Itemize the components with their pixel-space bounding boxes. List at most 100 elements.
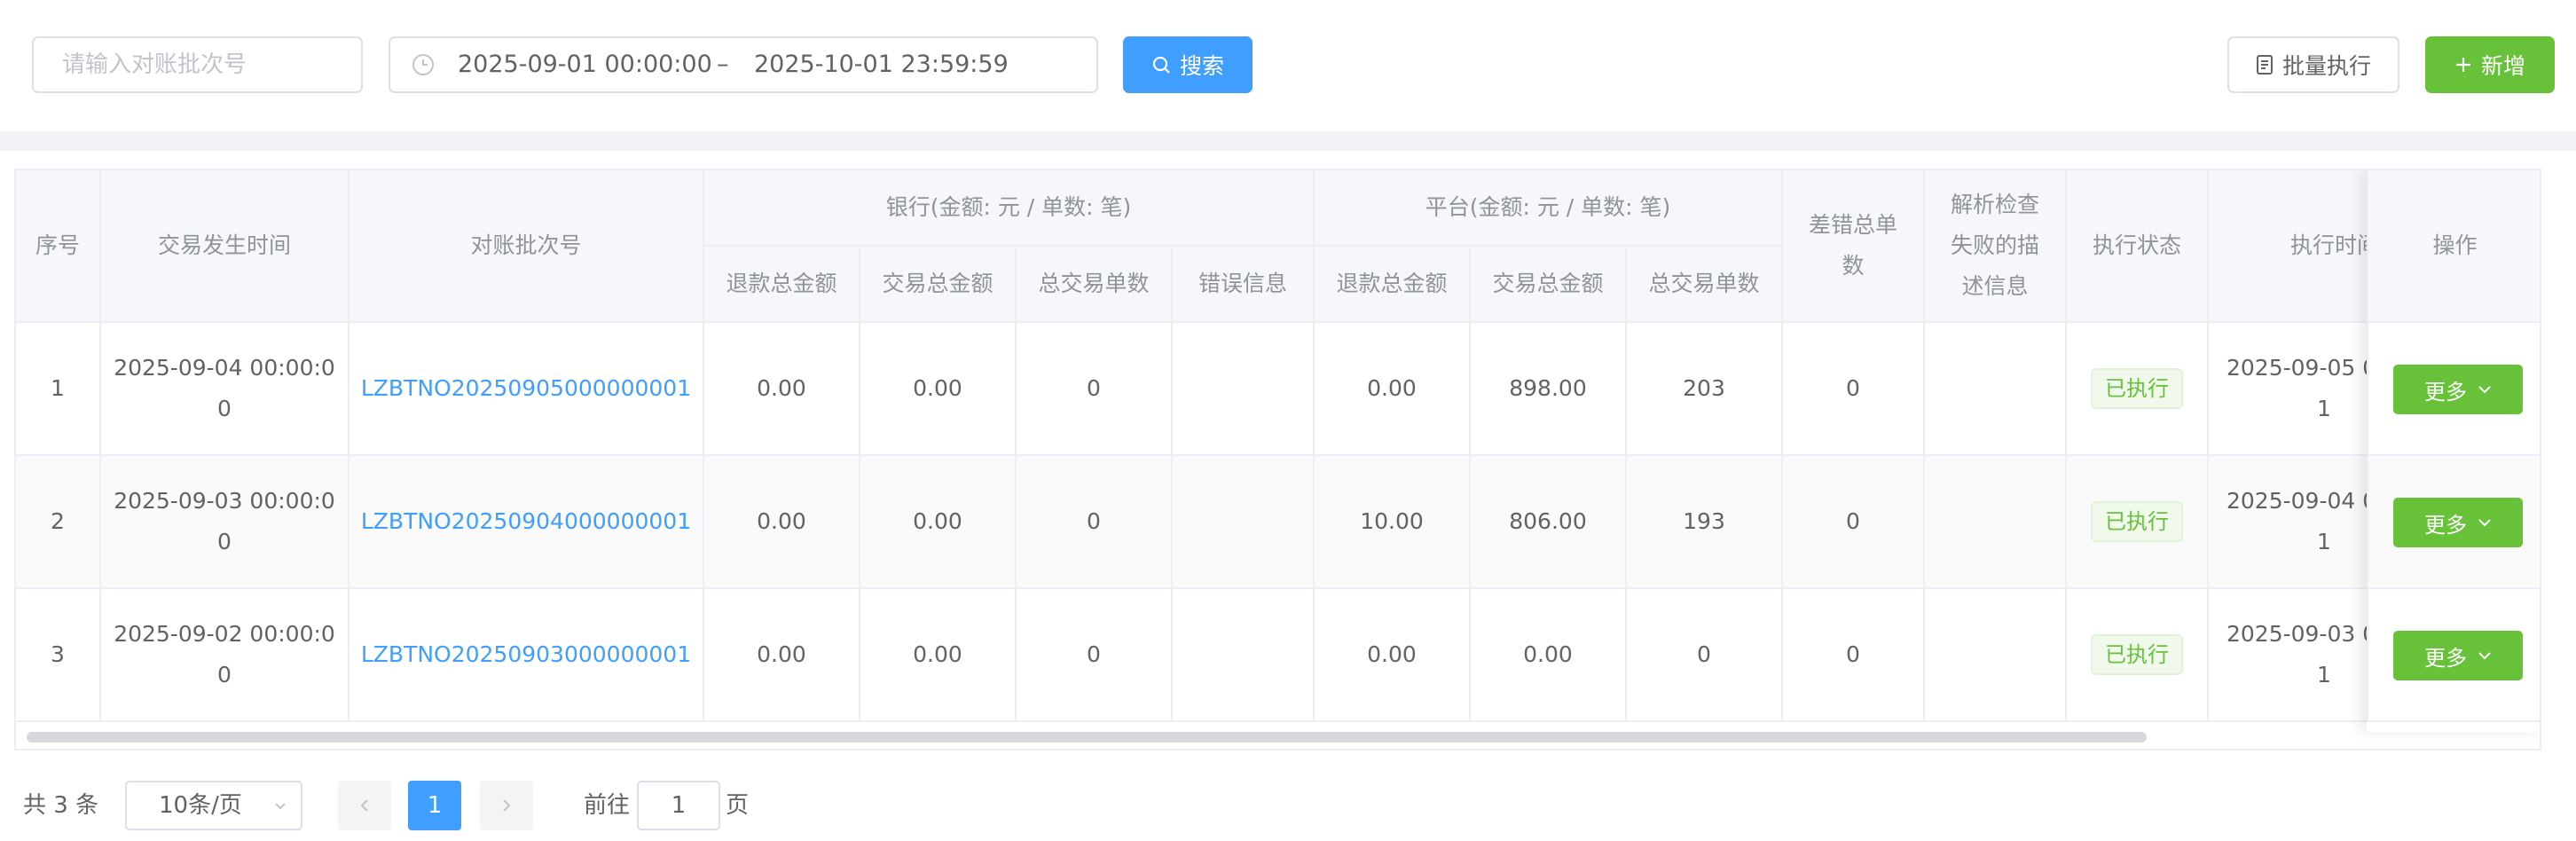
table-row-1-index: 1 <box>16 323 101 456</box>
prev-page-button[interactable] <box>338 781 391 830</box>
date-range-picker[interactable]: 2025-09-01 00:00:00 – 2025-10-01 23:59:5… <box>389 36 1098 93</box>
status-badge: 已执行 <box>2091 368 2183 409</box>
more-button-row-2[interactable]: 更多 <box>2393 498 2523 547</box>
exec-time-line2: 1 <box>2317 396 2331 421</box>
header-parse-fail-line3: 述信息 <box>1961 273 2029 299</box>
next-page-button[interactable] <box>480 781 533 830</box>
table-row-2-trade-time: 2025-09-03 00:00:0 0 <box>101 456 349 589</box>
pagination: 共 3 条 10条/页 1 前往 1 页 <box>0 772 2576 839</box>
trade-time-line1: 2025-09-04 00:00:0 <box>114 355 335 381</box>
search-button-label: 搜索 <box>1179 53 1224 79</box>
table-row-3-parse-fail <box>1925 589 2067 722</box>
plus-icon <box>2455 58 2470 72</box>
table-row-1-bank-count: 0 <box>1017 323 1173 456</box>
goto-label: 前往 <box>584 792 631 819</box>
header-bank-trade-count: 总交易单数 <box>1017 247 1173 323</box>
page-suffix: 页 <box>726 792 750 819</box>
table-row-3-diff-count: 0 <box>1783 589 1925 722</box>
header-platform-refund-total: 退款总金额 <box>1315 247 1471 323</box>
table-row-2-bank-refund: 0.00 <box>704 456 860 589</box>
table-row-1-batch-link[interactable]: LZBTNO20250905000000001 <box>349 323 704 456</box>
more-button-row-3[interactable]: 更多 <box>2393 631 2523 680</box>
batch-execute-button[interactable]: 批量执行 <box>2227 36 2399 93</box>
table-row-1-plat-count: 203 <box>1627 323 1783 456</box>
table-row-2-plat-refund: 10.00 <box>1315 456 1471 589</box>
status-badge: 已执行 <box>2091 501 2183 542</box>
table-row-2-plat-count: 193 <box>1627 456 1783 589</box>
header-platform-trade-total: 交易总金额 <box>1471 247 1627 323</box>
table-row-1-bank-trade: 0.00 <box>860 323 1017 456</box>
batch-execute-label: 批量执行 <box>2281 53 2371 79</box>
exec-time-line2: 1 <box>2317 662 2331 688</box>
add-button[interactable]: 新增 <box>2425 36 2555 93</box>
header-trade-time: 交易发生时间 <box>101 170 349 323</box>
trade-time-line2: 0 <box>217 662 232 688</box>
reconciliation-table: 序号 交易发生时间 对账批次号 银行(金额: 元 / 单数: 笔) 平台(金额:… <box>14 169 2541 751</box>
chevron-down-icon <box>275 803 286 810</box>
date-range-start[interactable]: 2025-09-01 00:00:00 <box>458 38 712 91</box>
table-row-1-bank-error <box>1173 323 1315 456</box>
chevron-left-icon <box>360 799 368 812</box>
more-label: 更多 <box>2424 645 2467 671</box>
header-bank-refund-total: 退款总金额 <box>704 247 860 323</box>
date-range-end[interactable]: 2025-10-01 23:59:59 <box>754 38 1009 91</box>
table-row-3-plat-refund: 0.00 <box>1315 589 1471 722</box>
header-diff-count-line2: 数 <box>1842 253 1865 279</box>
table-row-3-bank-count: 0 <box>1017 589 1173 722</box>
table-row-2-bank-count: 0 <box>1017 456 1173 589</box>
more-label: 更多 <box>2424 512 2467 538</box>
table-row-1-parse-fail <box>1925 323 2067 456</box>
table-row-1-plat-trade: 898.00 <box>1471 323 1627 456</box>
more-button-row-1[interactable]: 更多 <box>2393 365 2523 414</box>
page-size-select[interactable]: 10条/页 <box>125 781 302 830</box>
table-row-2-batch-link[interactable]: LZBTNO20250904000000001 <box>349 456 704 589</box>
header-batch-no: 对账批次号 <box>349 170 704 323</box>
trade-time-line2: 0 <box>217 529 232 554</box>
table-row-3-trade-time: 2025-09-02 00:00:0 0 <box>101 589 349 722</box>
goto-page-input[interactable]: 1 <box>637 781 720 830</box>
exec-time-line1: 2025-09-05 0 <box>2227 355 2377 381</box>
batch-no-search-input[interactable]: 请输入对账批次号 <box>32 36 363 93</box>
header-diff-count: 差错总单 数 <box>1783 170 1925 323</box>
exec-time-line2: 1 <box>2317 529 2331 554</box>
page-size-value: 10条/页 <box>159 792 242 819</box>
chevron-down-icon <box>2478 519 2491 527</box>
table-row-3-bank-error <box>1173 589 1315 722</box>
trade-time-line1: 2025-09-03 00:00:0 <box>114 488 335 514</box>
chevron-right-icon <box>503 799 511 812</box>
header-bank-group: 银行(金额: 元 / 单数: 笔) <box>704 170 1315 247</box>
actions-column: 操作 更多 更多 更多 <box>2367 170 2540 732</box>
table-row-2-diff-count: 0 <box>1783 456 1925 589</box>
header-platform-group: 平台(金额: 元 / 单数: 笔) <box>1315 170 1783 247</box>
header-diff-count-line1: 差错总单 <box>1808 212 1897 238</box>
table-row-3-plat-trade: 0.00 <box>1471 589 1627 722</box>
table-row-3-plat-count: 0 <box>1627 589 1783 722</box>
add-button-label: 新增 <box>2480 53 2525 79</box>
more-label: 更多 <box>2424 379 2467 405</box>
table-row-2-bank-error <box>1173 456 1315 589</box>
table-row-1-trade-time: 2025-09-04 00:00:0 0 <box>101 323 349 456</box>
total-count: 共 3 条 <box>23 792 99 819</box>
document-icon <box>2256 55 2273 75</box>
table-row-3-batch-link[interactable]: LZBTNO20250903000000001 <box>349 589 704 722</box>
table-row-3-index: 3 <box>16 589 101 722</box>
chevron-down-icon <box>2478 386 2491 394</box>
header-parse-fail: 解析检查 失败的描 述信息 <box>1925 170 2067 323</box>
table-row-1-bank-refund: 0.00 <box>704 323 860 456</box>
header-parse-fail-line2: 失败的描 <box>1950 232 2039 258</box>
table-row-2-index: 2 <box>16 456 101 589</box>
exec-time-line1: 2025-09-03 0 <box>2227 621 2377 647</box>
header-bank-trade-total: 交易总金额 <box>860 247 1017 323</box>
table-row-1-plat-refund: 0.00 <box>1315 323 1471 456</box>
chevron-down-icon <box>2478 652 2491 660</box>
table-row-2-status: 已执行 <box>2067 456 2209 589</box>
page-number-1[interactable]: 1 <box>408 781 461 830</box>
status-badge: 已执行 <box>2091 634 2183 675</box>
table-row-2-parse-fail <box>1925 456 2067 589</box>
toolbar: 请输入对账批次号 2025-09-01 00:00:00 – 2025-10-0… <box>0 0 2576 131</box>
divider-band <box>0 131 2576 151</box>
table-row-1-status: 已执行 <box>2067 323 2209 456</box>
search-button[interactable]: 搜索 <box>1123 36 1253 93</box>
table-row-3-status: 已执行 <box>2067 589 2209 722</box>
horizontal-scrollbar[interactable] <box>27 732 2147 743</box>
